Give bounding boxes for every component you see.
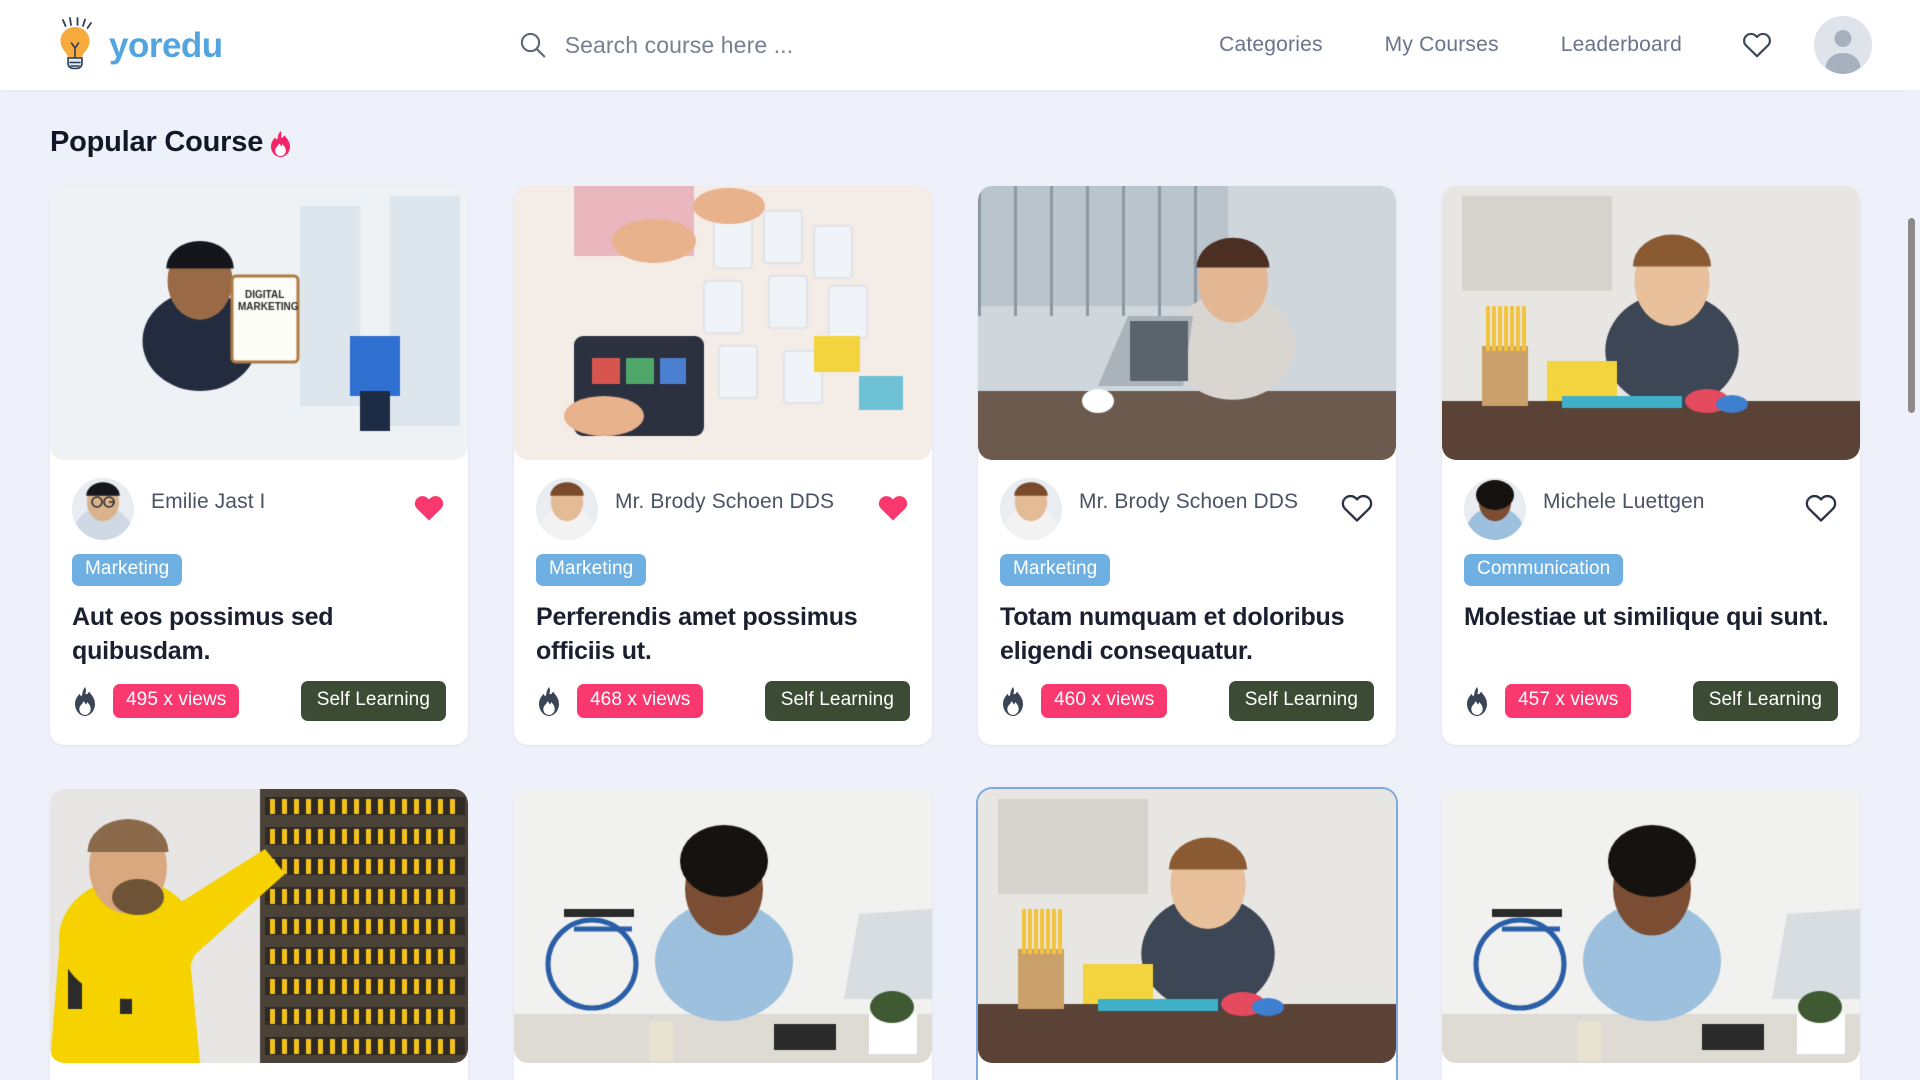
author-name: Mr. Brody Schoen DDS bbox=[615, 490, 835, 513]
favorite-heart-icon[interactable] bbox=[412, 492, 446, 523]
course-thumbnail bbox=[978, 789, 1396, 1063]
course-meta-row: 457 x views Self Learning bbox=[1464, 681, 1838, 721]
course-author-row: Mr. Brody Schoen DDS bbox=[1000, 478, 1374, 540]
course-author-row: Emilie Jast I bbox=[72, 478, 446, 540]
lightbulb-icon bbox=[60, 17, 92, 70]
favorite-heart-icon[interactable] bbox=[1804, 492, 1838, 523]
course-card[interactable]: Emilie Jast I Marketing Aut eos possimus… bbox=[50, 186, 468, 745]
course-card-body bbox=[514, 1063, 932, 1080]
course-card[interactable]: Mr. Brody Schoen DDS Marketing Perferend… bbox=[514, 186, 932, 745]
course-card[interactable] bbox=[514, 789, 932, 1080]
user-avatar-button[interactable] bbox=[1814, 16, 1872, 74]
course-thumbnail bbox=[514, 789, 932, 1063]
category-badge[interactable]: Marketing bbox=[72, 554, 183, 586]
course-thumbnail bbox=[50, 186, 468, 460]
views-badge: 460 x views bbox=[1041, 684, 1168, 718]
course-card-body: Mr. Brody Schoen DDS Marketing Perferend… bbox=[514, 460, 932, 745]
views-badge: 495 x views bbox=[113, 684, 240, 718]
self-learning-button[interactable]: Self Learning bbox=[1692, 681, 1838, 721]
course-title: Perferendis amet possimus officiis ut. bbox=[536, 603, 858, 665]
author-name: Emilie Jast I bbox=[151, 490, 266, 513]
course-meta-row: 460 x views Self Learning bbox=[1000, 681, 1374, 721]
course-card[interactable]: Michele Luettgen Communication Molestiae… bbox=[1442, 186, 1860, 745]
author-name: Michele Luettgen bbox=[1543, 490, 1705, 513]
flame-icon bbox=[1467, 686, 1487, 716]
search-input[interactable] bbox=[564, 31, 985, 59]
avatar bbox=[536, 478, 598, 540]
course-author-row: Michele Luettgen bbox=[1464, 478, 1838, 540]
course-author-row: Mr. Brody Schoen DDS bbox=[536, 478, 910, 540]
site-header: yoredu Categories My Courses Leaderboard bbox=[0, 0, 1920, 90]
flame-icon bbox=[271, 131, 291, 157]
course-card-body bbox=[1442, 1063, 1860, 1080]
flame-icon bbox=[539, 686, 559, 716]
self-learning-button[interactable]: Self Learning bbox=[764, 681, 910, 721]
favorite-heart-icon[interactable] bbox=[876, 492, 910, 523]
flame-icon bbox=[75, 686, 95, 716]
favorite-heart-icon[interactable] bbox=[1340, 492, 1374, 523]
author-name: Mr. Brody Schoen DDS bbox=[1079, 490, 1299, 513]
course-thumbnail bbox=[514, 186, 932, 460]
views-badge: 468 x views bbox=[577, 684, 704, 718]
course-title: Molestiae ut similique qui sunt. bbox=[1464, 603, 1829, 631]
heart-outline-icon[interactable] bbox=[1742, 30, 1772, 60]
category-badge[interactable]: Marketing bbox=[536, 554, 647, 586]
search-bar[interactable] bbox=[519, 31, 985, 59]
course-thumbnail bbox=[1442, 186, 1860, 460]
brand-logo[interactable]: yoredu bbox=[50, 17, 223, 73]
course-card-body: Michele Luettgen Communication Molestiae… bbox=[1442, 460, 1860, 745]
avatar bbox=[72, 478, 134, 540]
course-title: Totam numquam et doloribus eligendi cons… bbox=[1000, 603, 1345, 665]
course-grid: Emilie Jast I Marketing Aut eos possimus… bbox=[50, 186, 1870, 1080]
nav-link-categories[interactable]: Categories bbox=[1219, 33, 1323, 57]
self-learning-button[interactable]: Self Learning bbox=[1228, 681, 1374, 721]
course-card[interactable] bbox=[50, 789, 468, 1080]
page-title: Popular Course bbox=[50, 126, 264, 158]
nav-link-my-courses[interactable]: My Courses bbox=[1385, 33, 1499, 57]
course-card[interactable] bbox=[1442, 789, 1860, 1080]
main-navigation: Categories My Courses Leaderboard bbox=[1219, 16, 1872, 74]
course-thumbnail bbox=[1442, 789, 1860, 1063]
course-thumbnail bbox=[50, 789, 468, 1063]
course-card[interactable] bbox=[978, 789, 1396, 1080]
course-meta-row: 468 x views Self Learning bbox=[536, 681, 910, 721]
self-learning-button[interactable]: Self Learning bbox=[300, 681, 446, 721]
scrollbar-thumb[interactable] bbox=[1908, 218, 1915, 413]
category-badge[interactable]: Marketing bbox=[1000, 554, 1111, 586]
course-card-body bbox=[978, 1063, 1396, 1080]
category-badge[interactable]: Communication bbox=[1464, 554, 1624, 586]
brand-name: yoredu bbox=[109, 25, 223, 65]
section-header: Popular Course bbox=[50, 90, 1870, 186]
flame-icon bbox=[1003, 686, 1023, 716]
course-title: Aut eos possimus sed quibusdam. bbox=[72, 603, 334, 665]
page-scrollbar[interactable] bbox=[1904, 90, 1920, 1080]
course-card[interactable]: Mr. Brody Schoen DDS Marketing Totam num… bbox=[978, 186, 1396, 745]
course-card-body bbox=[50, 1063, 468, 1080]
user-avatar-icon bbox=[1814, 16, 1872, 74]
course-meta-row: 495 x views Self Learning bbox=[72, 681, 446, 721]
avatar bbox=[1464, 478, 1526, 540]
avatar bbox=[1000, 478, 1062, 540]
page-root: yoredu Categories My Courses Leaderboard bbox=[0, 0, 1920, 1080]
main-content: Popular Course Emilie Jast I Marketing A… bbox=[0, 90, 1920, 1080]
course-card-body: Mr. Brody Schoen DDS Marketing Totam num… bbox=[978, 460, 1396, 745]
course-thumbnail bbox=[978, 186, 1396, 460]
views-badge: 457 x views bbox=[1505, 684, 1632, 718]
nav-link-leaderboard[interactable]: Leaderboard bbox=[1561, 33, 1682, 57]
course-card-body: Emilie Jast I Marketing Aut eos possimus… bbox=[50, 460, 468, 745]
search-icon bbox=[520, 32, 545, 58]
